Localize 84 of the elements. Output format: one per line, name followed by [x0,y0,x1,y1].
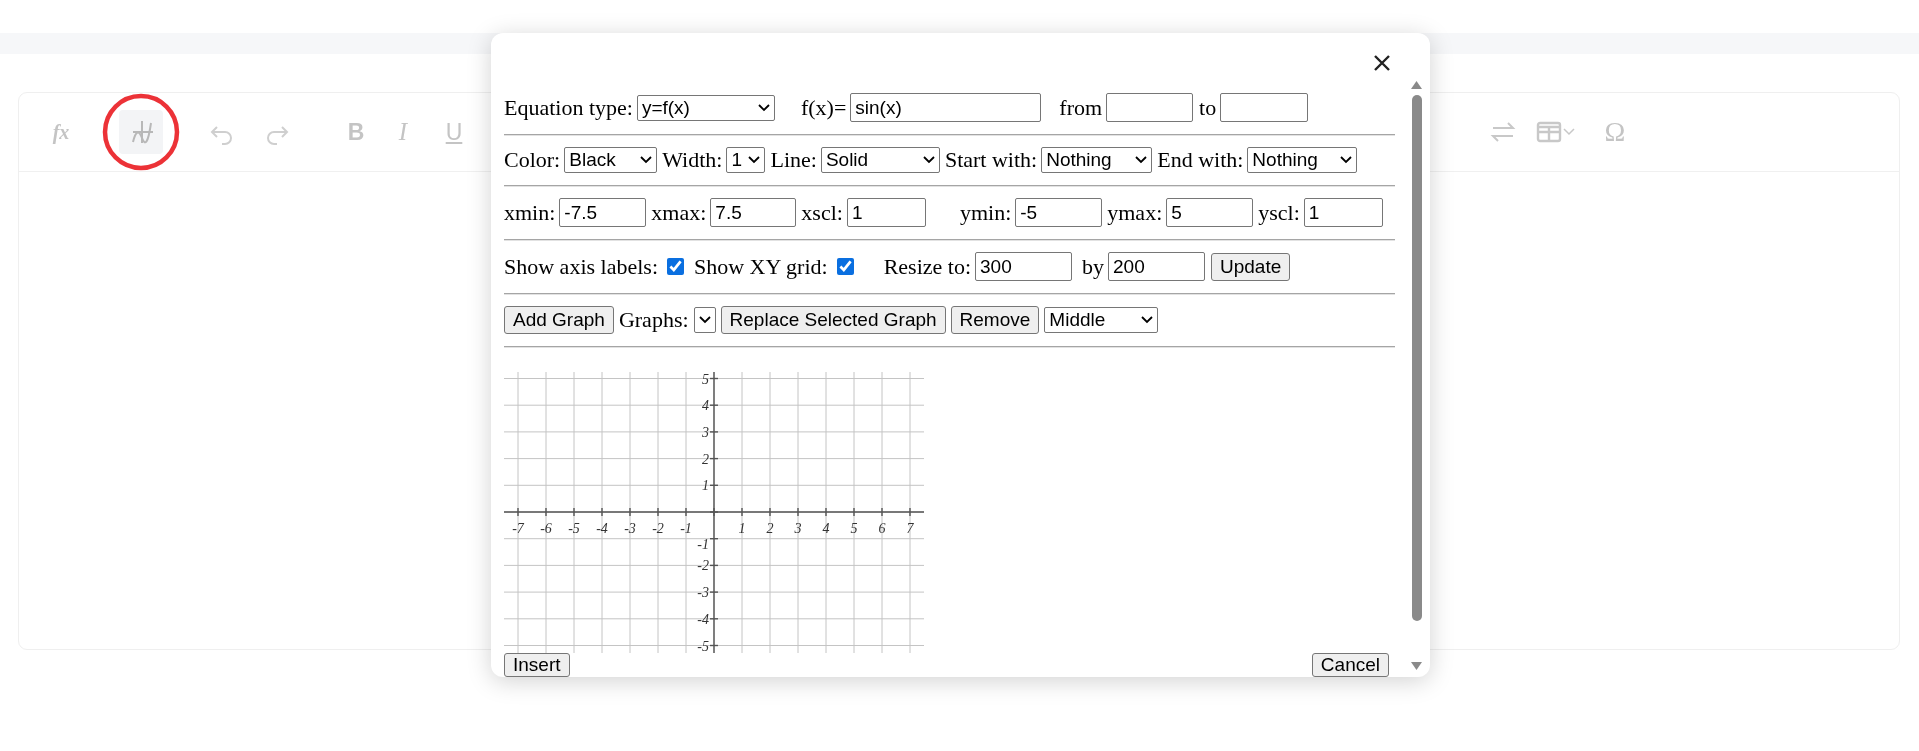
chevron-down-icon [748,156,761,164]
chevron-down-icon [1340,156,1353,164]
field-label: f(x)= [800,94,847,121]
input-field[interactable]: 1 [846,198,926,227]
button[interactable]: Replace Selected Graph [720,306,946,334]
dropdown[interactable]: y=f(x) [636,94,775,121]
axis-label: 6 [878,521,886,536]
axis-label: 1 [702,478,709,494]
field-label: Start with: [944,147,1038,173]
axis-label: -5 [568,521,580,536]
cancel-button[interactable]: Cancel [1311,653,1389,677]
axis-label: -2 [697,558,709,574]
axis-label: -4 [596,521,608,536]
chevron-down-icon [757,103,770,112]
input-field[interactable]: 200 [1108,252,1205,281]
scrollbar-thumb[interactable] [1412,95,1422,621]
field-label: xmin: [504,199,556,226]
axis-label: 5 [702,372,709,387]
axis-label: -5 [697,638,709,653]
input-field[interactable]: 1 [1303,198,1383,227]
dropdown[interactable]: 1 [726,147,766,173]
dropdown[interactable]: Nothing [1247,147,1358,173]
field-label: Graphs: [618,307,689,333]
field-label: Equation type: [504,94,633,121]
axis-label: 3 [702,424,709,440]
field-label: Show XY grid: [694,253,828,280]
dropdown[interactable] [693,307,716,333]
dropdown[interactable]: Middle [1044,307,1159,333]
field-label: xscl: [801,199,843,226]
axis-label: -1 [697,536,709,552]
insert-button[interactable]: Insert [504,653,570,677]
axis-label: 4 [702,398,709,414]
field-label: ymax: [1107,199,1163,226]
axis-label: -2 [652,521,664,536]
checkbox[interactable] [836,258,854,275]
dropdown[interactable]: Nothing [1041,147,1153,173]
field-label: Color: [504,147,561,173]
scroll-down-arrow-icon[interactable] [1410,661,1423,671]
close-icon [1373,54,1391,72]
field-label: xmax: [651,199,707,226]
input-field[interactable] [1220,93,1309,122]
chevron-down-icon [1563,128,1575,136]
chevron-down-icon [922,156,935,164]
axis-label: -3 [624,521,636,536]
field-label: Show axis labels: [504,253,658,280]
axis-label: 2 [766,521,774,536]
input-field[interactable]: 7.5 [710,198,797,227]
input-field[interactable]: -7.5 [559,198,647,227]
field-label: ymin: [959,199,1012,226]
axis-label: -6 [540,521,552,536]
field-label: from [1059,94,1103,121]
input-field[interactable]: 300 [975,252,1072,281]
input-field[interactable]: sin(x) [850,93,1042,122]
chevron-down-icon [1135,156,1148,164]
chevron-down-icon [698,316,711,324]
scroll-up-arrow-icon[interactable] [1410,80,1423,90]
axis-label: -4 [697,611,709,627]
field-label: End with: [1157,147,1244,173]
chevron-down-icon [640,156,653,164]
dropdown[interactable]: Solid [820,147,940,173]
axis-label: 3 [794,521,802,536]
button[interactable]: Remove [950,306,1040,334]
axis-label: 7 [906,521,914,536]
axis-label: 1 [738,521,746,536]
button[interactable]: Update [1211,252,1291,281]
axis-label: -1 [680,521,692,536]
input-field[interactable]: 5 [1166,198,1254,227]
input-field[interactable] [1106,93,1194,122]
chevron-down-icon [1141,316,1154,324]
field-label: Resize to: [883,253,971,280]
axis-label: 4 [822,521,830,536]
field-label: yscl: [1258,199,1300,226]
field-label: Line: [770,147,817,173]
field-label: by [1082,253,1104,280]
field-label: Width: [662,147,723,173]
button[interactable]: Add Graph [504,306,614,334]
axis-label: 5 [850,521,858,536]
axis-label: 2 [702,451,709,467]
axis-label: -7 [512,521,524,536]
field-label: to [1199,94,1217,121]
input-field[interactable]: -5 [1015,198,1103,227]
checkbox[interactable] [667,258,684,275]
dropdown[interactable]: Black [564,147,658,173]
axis-label: -3 [697,585,709,601]
